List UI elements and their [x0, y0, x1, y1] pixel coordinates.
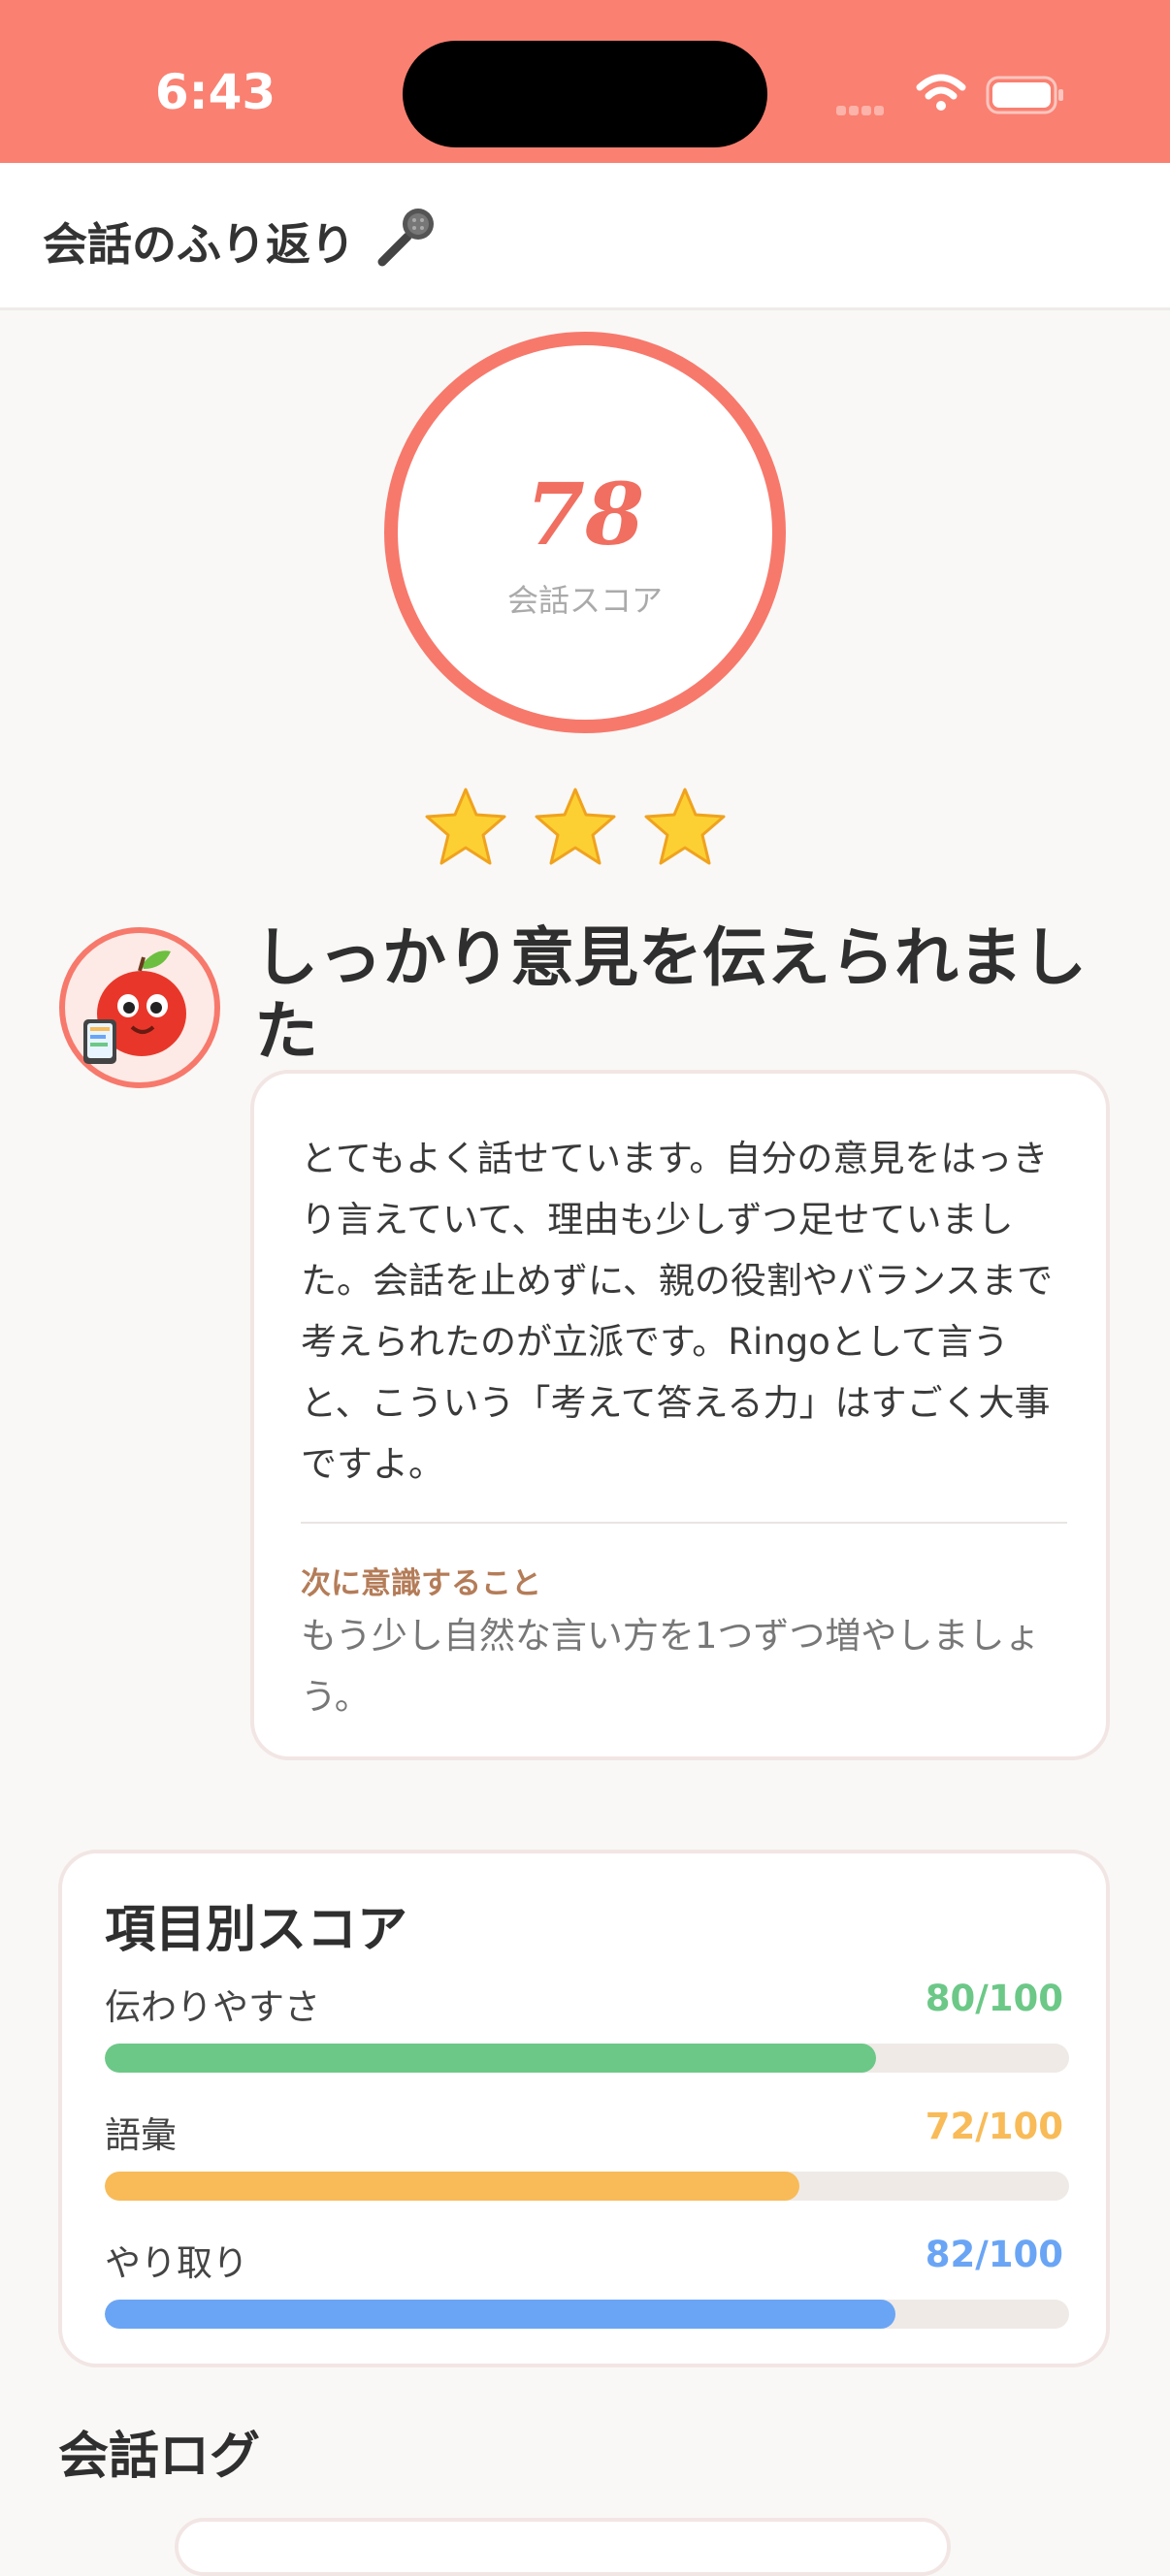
star-icon: [535, 788, 616, 865]
category-scores-title: 項目別スコア: [105, 1901, 408, 1959]
star-icon: [425, 788, 506, 865]
next-focus-text: もう少し自然な言い方を1つずつ増やしましょう。: [301, 1615, 1041, 1718]
star-icon: [644, 788, 726, 865]
battery-icon: [986, 76, 1063, 114]
microphone-icon: [377, 209, 434, 267]
score-value-vocabulary: 72/100: [925, 2106, 1063, 2147]
dynamic-island: [403, 41, 767, 147]
app-header: 会話のふり返り: [0, 163, 1170, 310]
cellular-signal-icon: [836, 101, 887, 119]
score-label-clarity: 伝わりやすさ: [105, 1986, 320, 2028]
score-label-interaction: やり取り: [105, 2242, 248, 2284]
star-rating: [423, 786, 747, 871]
progress-fill-interaction: [105, 2300, 896, 2329]
conversation-log-title: 会話ログ: [58, 2428, 261, 2486]
feedback-headline: しっかり意見を伝えられました: [254, 920, 1087, 1069]
feedback-card: とてもよく話せています。自分の意見をはっきり言えていて、理由も少しずつ足せていま…: [250, 1070, 1110, 1760]
ringo-mascot-avatar: [59, 927, 220, 1088]
next-focus-label: 次に意識すること: [301, 1566, 541, 1601]
conversation-score-value: 78: [525, 464, 645, 564]
category-scores-card: 項目別スコア 伝わりやすさ 80/100 語彙 72/100 やり取り 82/1…: [58, 1850, 1110, 2367]
progress-track-clarity: [105, 2044, 1069, 2073]
feedback-body: とてもよく話せています。自分の意見をはっきり言えていて、理由も少しずつ足せていま…: [301, 1138, 1054, 1485]
progress-track-interaction: [105, 2300, 1069, 2329]
status-bar: 6:43: [0, 0, 1170, 163]
progress-fill-clarity: [105, 2044, 877, 2073]
score-value-clarity: 80/100: [925, 1978, 1063, 2019]
progress-fill-vocabulary: [105, 2172, 799, 2201]
conversation-score-label: 会話スコア: [506, 582, 663, 619]
score-label-vocabulary: 語彙: [105, 2114, 177, 2156]
status-time: 6:43: [154, 64, 276, 120]
score-value-interaction: 82/100: [925, 2234, 1063, 2275]
page-title: 会話のふり返り: [43, 218, 355, 271]
progress-track-vocabulary: [105, 2172, 1069, 2201]
conversation-log-card: [175, 2518, 951, 2576]
divider: [301, 1522, 1067, 1524]
wifi-icon: [916, 74, 966, 111]
